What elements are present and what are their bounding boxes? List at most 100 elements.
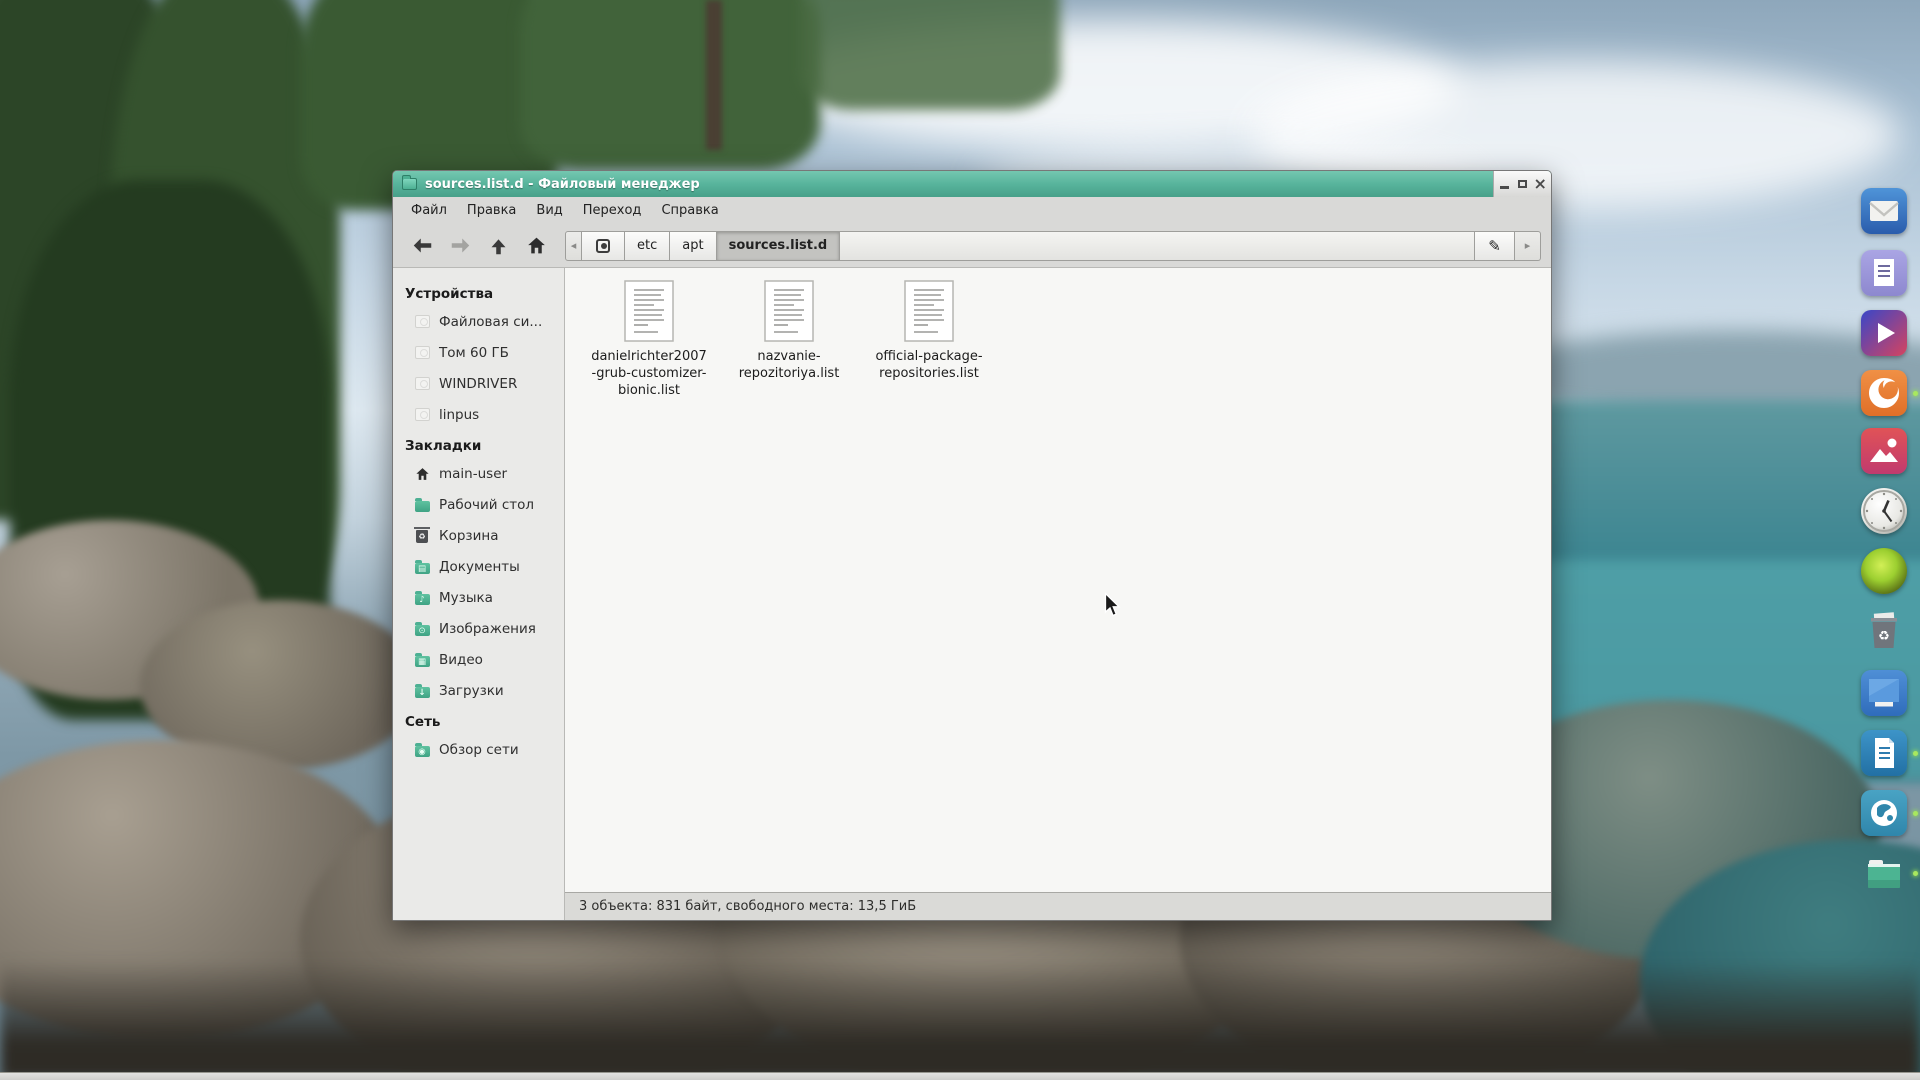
dock-item-media-player[interactable] [1861,310,1907,356]
dock-item-firefox[interactable] [1861,370,1907,416]
running-indicator [1913,811,1918,816]
status-bar: 3 объекта: 831 байт, свободного места: 1… [565,892,1551,920]
menu-view[interactable]: Вид [526,200,572,221]
forward-button[interactable] [441,229,479,263]
text-document-icon [904,280,954,342]
file-name: official-package-repositories.list [870,348,988,382]
sidebar-item-downloads[interactable]: Загрузки [405,675,564,706]
sidebar-item-documents[interactable]: Документы [405,551,564,582]
crumb-scroll-right-button[interactable]: ▸ [1515,231,1541,261]
minimize-button[interactable] [1498,177,1512,191]
sidebar-item-desktop[interactable]: Рабочий стол [405,489,564,520]
dock-item-writer[interactable] [1861,730,1907,776]
file-manager-window: sources.list.d - Файловый менеджер × Фай… [392,170,1552,921]
edit-path-button[interactable]: ✎ [1475,231,1515,261]
home-icon [415,467,430,481]
text-document-icon [624,280,674,342]
file-item[interactable]: nazvanie-repozitoriya.list [719,280,859,382]
sidebar-item-filesystem[interactable]: Файловая си... [405,306,564,337]
sidebar-item-videos[interactable]: Видео [405,644,564,675]
crumb-apt-button[interactable]: apt [670,231,716,261]
crumb-sources-list-d-button[interactable]: sources.list.d [717,231,841,261]
filesystem-icon [596,239,610,253]
menu-file[interactable]: Файл [401,200,457,221]
mail-icon [1861,188,1907,234]
menu-edit[interactable]: Правка [457,200,526,221]
globe-icon [1861,790,1907,836]
file-item[interactable]: official-package-repositories.list [859,280,999,382]
path-bar: ◂ etc apt sources.list.d ✎ ▸ [565,231,1541,261]
trash-icon: ♻ [416,530,428,543]
folder-pictures-icon [415,625,430,636]
arrow-right-icon [450,235,471,256]
close-icon: × [1534,177,1547,191]
dock-item-desktop[interactable] [1861,670,1907,716]
sidebar-section-bookmarks: Закладки [405,438,564,454]
sidebar-item-trash[interactable]: ♻Корзина [405,520,564,551]
titlebar[interactable]: sources.list.d - Файловый менеджер × [393,171,1551,197]
menu-help[interactable]: Справка [651,200,728,221]
drive-icon [415,408,430,421]
minimize-icon [1500,186,1509,189]
desktop-icon [1861,670,1907,716]
drive-icon [415,346,430,359]
window-title: sources.list.d - Файловый менеджер [425,177,700,192]
writer-document-icon [1861,730,1907,776]
dock-item-notes[interactable] [1861,250,1907,296]
sidebar-item-volume-60gb[interactable]: Том 60 ГБ [405,337,564,368]
dock-item-photos[interactable] [1861,428,1907,474]
window-folder-icon [402,178,417,190]
folder-icon [1861,850,1907,896]
dock-item-trash[interactable]: ♻ [1861,608,1907,654]
clock-icon [1861,488,1907,534]
recycle-bin-icon: ♻ [1861,608,1907,654]
folder-videos-icon [415,656,430,667]
pencil-icon: ✎ [1488,237,1501,255]
maximize-button[interactable] [1516,177,1530,191]
file-list-view[interactable]: danielrichter2007-grub-customizer-bionic… [565,268,1551,892]
sidebar-item-home[interactable]: main-user [405,458,564,489]
dock-item-status-orb[interactable] [1861,548,1907,594]
menu-go[interactable]: Переход [573,200,652,221]
network-folder-icon [415,746,430,757]
crumb-etc-button[interactable]: etc [625,231,670,261]
status-text: 3 объекта: 831 байт, свободного места: 1… [579,899,916,914]
close-button[interactable]: × [1533,177,1547,191]
folder-documents-icon [415,563,430,574]
toolbar: ◂ etc apt sources.list.d ✎ ▸ [393,224,1551,268]
mouse-cursor [1104,592,1123,619]
folder-downloads-icon [415,687,430,698]
maximize-icon [1518,180,1527,188]
sidebar: Устройства Файловая си... Том 60 ГБ WIND… [393,268,565,920]
running-indicator [1913,391,1918,396]
menubar: Файл Правка Вид Переход Справка [393,197,1551,224]
home-button[interactable] [517,229,555,263]
dock-item-clock[interactable] [1861,488,1907,534]
sidebar-item-music[interactable]: Музыка [405,582,564,613]
sidebar-item-linpus[interactable]: linpus [405,399,564,430]
file-item[interactable]: danielrichter2007-grub-customizer-bionic… [579,280,719,399]
up-button[interactable] [479,229,517,263]
sidebar-section-network: Сеть [405,714,564,730]
sidebar-item-pictures[interactable]: Изображения [405,613,564,644]
notes-icon [1861,250,1907,296]
running-indicator [1913,871,1918,876]
text-document-icon [764,280,814,342]
file-name: danielrichter2007-grub-customizer-bionic… [590,348,708,399]
sidebar-section-devices: Устройства [405,286,564,302]
crumb-scroll-left-button[interactable]: ◂ [565,231,582,261]
folder-icon [415,501,430,512]
folder-music-icon [415,594,430,605]
arrow-left-icon [412,235,433,256]
dock-item-file-manager[interactable] [1861,850,1907,896]
play-icon [1861,310,1907,356]
back-button[interactable] [403,229,441,263]
dock-item-web-browser[interactable] [1861,790,1907,836]
crumb-filesystem-root-button[interactable] [582,231,625,261]
dock-item-mail[interactable] [1861,188,1907,234]
bottom-panel[interactable] [0,1072,1920,1080]
sidebar-item-windriver[interactable]: WINDRIVER [405,368,564,399]
sidebar-item-network-browse[interactable]: Обзор сети [405,734,564,765]
drive-icon [415,315,430,328]
home-icon [526,235,547,256]
